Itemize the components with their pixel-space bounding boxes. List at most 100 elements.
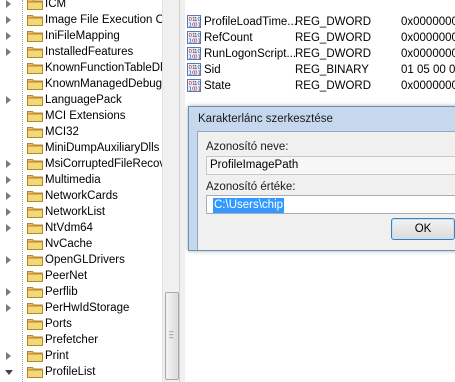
tree-item[interactable]: MCI32 bbox=[0, 124, 162, 140]
ok-button[interactable]: OK bbox=[391, 218, 455, 240]
tree-item[interactable]: ICM bbox=[0, 0, 162, 12]
expand-arrow-icon[interactable] bbox=[6, 208, 11, 216]
value-name: State bbox=[204, 80, 231, 92]
tree-item[interactable]: KnownFunctionTableDlls bbox=[0, 60, 171, 76]
folder-icon bbox=[27, 46, 43, 58]
expand-arrow-icon[interactable] bbox=[6, 288, 11, 296]
folder-icon bbox=[27, 318, 43, 330]
expand-arrow-icon[interactable] bbox=[6, 32, 11, 40]
folder-icon bbox=[27, 174, 43, 186]
expand-arrow-icon[interactable] bbox=[6, 96, 11, 104]
value-name: RunLogonScript... bbox=[204, 48, 297, 60]
scrollbar-thumb[interactable]: – – – bbox=[165, 292, 179, 380]
tree-item[interactable]: LanguagePack bbox=[0, 92, 162, 108]
expand-arrow-icon[interactable] bbox=[6, 176, 11, 184]
registry-value-row[interactable]: 01 10 10 01 RunLogonScript... REG_DWORD 0x0000… bbox=[185, 46, 455, 62]
value-name: RefCount bbox=[204, 32, 253, 44]
svg-text:01: 01 bbox=[194, 23, 201, 29]
value-data: 0x00000000 bbox=[401, 80, 455, 92]
binary-value-icon: 01 10 10 01 bbox=[187, 63, 201, 77]
svg-text:01: 01 bbox=[194, 87, 201, 93]
tree-item-label: Prefetcher bbox=[45, 334, 99, 346]
svg-text:01: 01 bbox=[194, 71, 201, 77]
collapse-arrow-icon[interactable] bbox=[5, 370, 13, 375]
registry-value-row[interactable]: 01101001RefCount REG_DWORD 0x00000004 bbox=[185, 30, 455, 46]
tree-item[interactable]: Perflib bbox=[0, 284, 162, 300]
tree-item-label: Ports bbox=[45, 318, 72, 330]
tree-item[interactable]: ProfileList bbox=[0, 364, 162, 380]
tree-item-label: MiniDumpAuxiliaryDlls bbox=[45, 142, 160, 154]
folder-icon bbox=[27, 366, 43, 378]
folder-icon bbox=[27, 78, 43, 90]
tree-item-label: Print bbox=[45, 350, 69, 362]
expand-arrow-icon[interactable] bbox=[6, 160, 11, 168]
folder-icon bbox=[27, 270, 43, 282]
folder-icon bbox=[27, 190, 43, 202]
value-type: REG_DWORD bbox=[295, 48, 372, 60]
tree-item-label: ICM bbox=[45, 0, 67, 10]
expand-arrow-icon[interactable] bbox=[6, 256, 11, 264]
expand-arrow-icon[interactable] bbox=[6, 304, 11, 312]
tree-item-label: IniFileMapping bbox=[45, 30, 120, 42]
tree-item[interactable]: PeerNet bbox=[0, 268, 162, 284]
folder-icon bbox=[27, 142, 43, 154]
tree-item[interactable]: MsiCorruptedFileRecover bbox=[0, 156, 175, 172]
folder-icon bbox=[27, 302, 43, 314]
expand-arrow-icon[interactable] bbox=[6, 224, 11, 232]
folder-icon bbox=[27, 94, 43, 106]
expand-arrow-icon[interactable] bbox=[6, 16, 11, 24]
tree-item-label: Perflib bbox=[45, 286, 78, 298]
expand-arrow-icon[interactable] bbox=[6, 192, 11, 200]
value-type: REG_DWORD bbox=[295, 16, 372, 28]
registry-value-row[interactable]: 01 10 10 01 ProfileLoadTime... REG_DWORD 0x000… bbox=[185, 14, 455, 30]
tree-item[interactable]: PerHwIdStorage bbox=[0, 300, 162, 316]
tree-item[interactable]: NetworkList bbox=[0, 204, 162, 220]
value-data-field[interactable]: C:\Users\chip bbox=[206, 195, 455, 214]
dialog-body: Azonosító neve: ProfileImagePath Azonosí… bbox=[197, 131, 455, 250]
tree-item[interactable]: Prefetcher bbox=[0, 332, 162, 348]
value-name-field[interactable]: ProfileImagePath bbox=[206, 156, 455, 175]
tree-item[interactable]: Image File Execution Opt bbox=[0, 12, 174, 28]
folder-icon bbox=[27, 62, 43, 74]
tree-item[interactable]: Ports bbox=[0, 316, 162, 332]
tree-item[interactable]: OpenGLDrivers bbox=[0, 252, 162, 268]
tree-item[interactable]: NvCache bbox=[0, 236, 162, 252]
folder-icon bbox=[27, 158, 43, 170]
tree-item-label: NetworkList bbox=[45, 206, 106, 218]
value-name-label: Azonosító neve: bbox=[206, 141, 289, 153]
value-data: 01 05 00 00 bbox=[401, 64, 455, 76]
dialog-title: Karakterlánc szerkesztése bbox=[198, 113, 333, 125]
binary-value-icon: 01 10 10 01 bbox=[187, 79, 201, 93]
expand-arrow-icon[interactable] bbox=[6, 352, 11, 360]
expand-arrow-icon[interactable] bbox=[6, 48, 11, 56]
tree-item[interactable]: Print bbox=[0, 348, 162, 364]
folder-icon bbox=[27, 110, 43, 122]
tree-item[interactable]: NtVdm64 bbox=[0, 220, 162, 236]
value-data: 0x00000000 bbox=[401, 48, 455, 60]
registry-value-row[interactable]: 01101001Sid REG_BINARY 01 05 00 00 bbox=[185, 62, 455, 78]
tree-item-label: NvCache bbox=[45, 238, 93, 250]
tree-item[interactable]: Multimedia bbox=[0, 172, 162, 188]
tree-item[interactable]: KnownManagedDebuggi bbox=[0, 76, 171, 92]
folder-icon bbox=[27, 334, 43, 346]
binary-value-icon: 01 10 10 01 bbox=[187, 31, 201, 45]
tree-item[interactable]: MiniDumpAuxiliaryDlls bbox=[0, 140, 162, 156]
folder-icon bbox=[27, 238, 43, 250]
value-data-text: C:\Users\chip bbox=[213, 198, 285, 213]
tree-scrollbar[interactable]: – – – bbox=[162, 0, 179, 382]
registry-key-tree: ICM Image File Execution Opt IniFileMappin… bbox=[0, 0, 179, 382]
tree-item[interactable]: IniFileMapping bbox=[0, 28, 162, 44]
tree-item[interactable]: InstalledFeatures bbox=[0, 44, 162, 60]
value-name: ProfileLoadTime... bbox=[204, 16, 297, 28]
tree-item-label: NetworkCards bbox=[45, 190, 118, 202]
tree-item-label: LanguagePack bbox=[45, 94, 122, 106]
folder-icon bbox=[27, 222, 43, 234]
tree-item[interactable]: MCI Extensions bbox=[0, 108, 162, 124]
tree-item-label: OpenGLDrivers bbox=[45, 254, 125, 266]
tree-item[interactable]: NetworkCards bbox=[0, 188, 162, 204]
registry-value-row[interactable]: 01101001State REG_DWORD 0x00000000 bbox=[185, 78, 455, 94]
tree-item-label: InstalledFeatures bbox=[45, 46, 134, 58]
expand-arrow-icon[interactable] bbox=[6, 0, 11, 8]
value-name: Sid bbox=[204, 64, 221, 76]
binary-value-icon: 01 10 10 01 bbox=[187, 15, 201, 29]
